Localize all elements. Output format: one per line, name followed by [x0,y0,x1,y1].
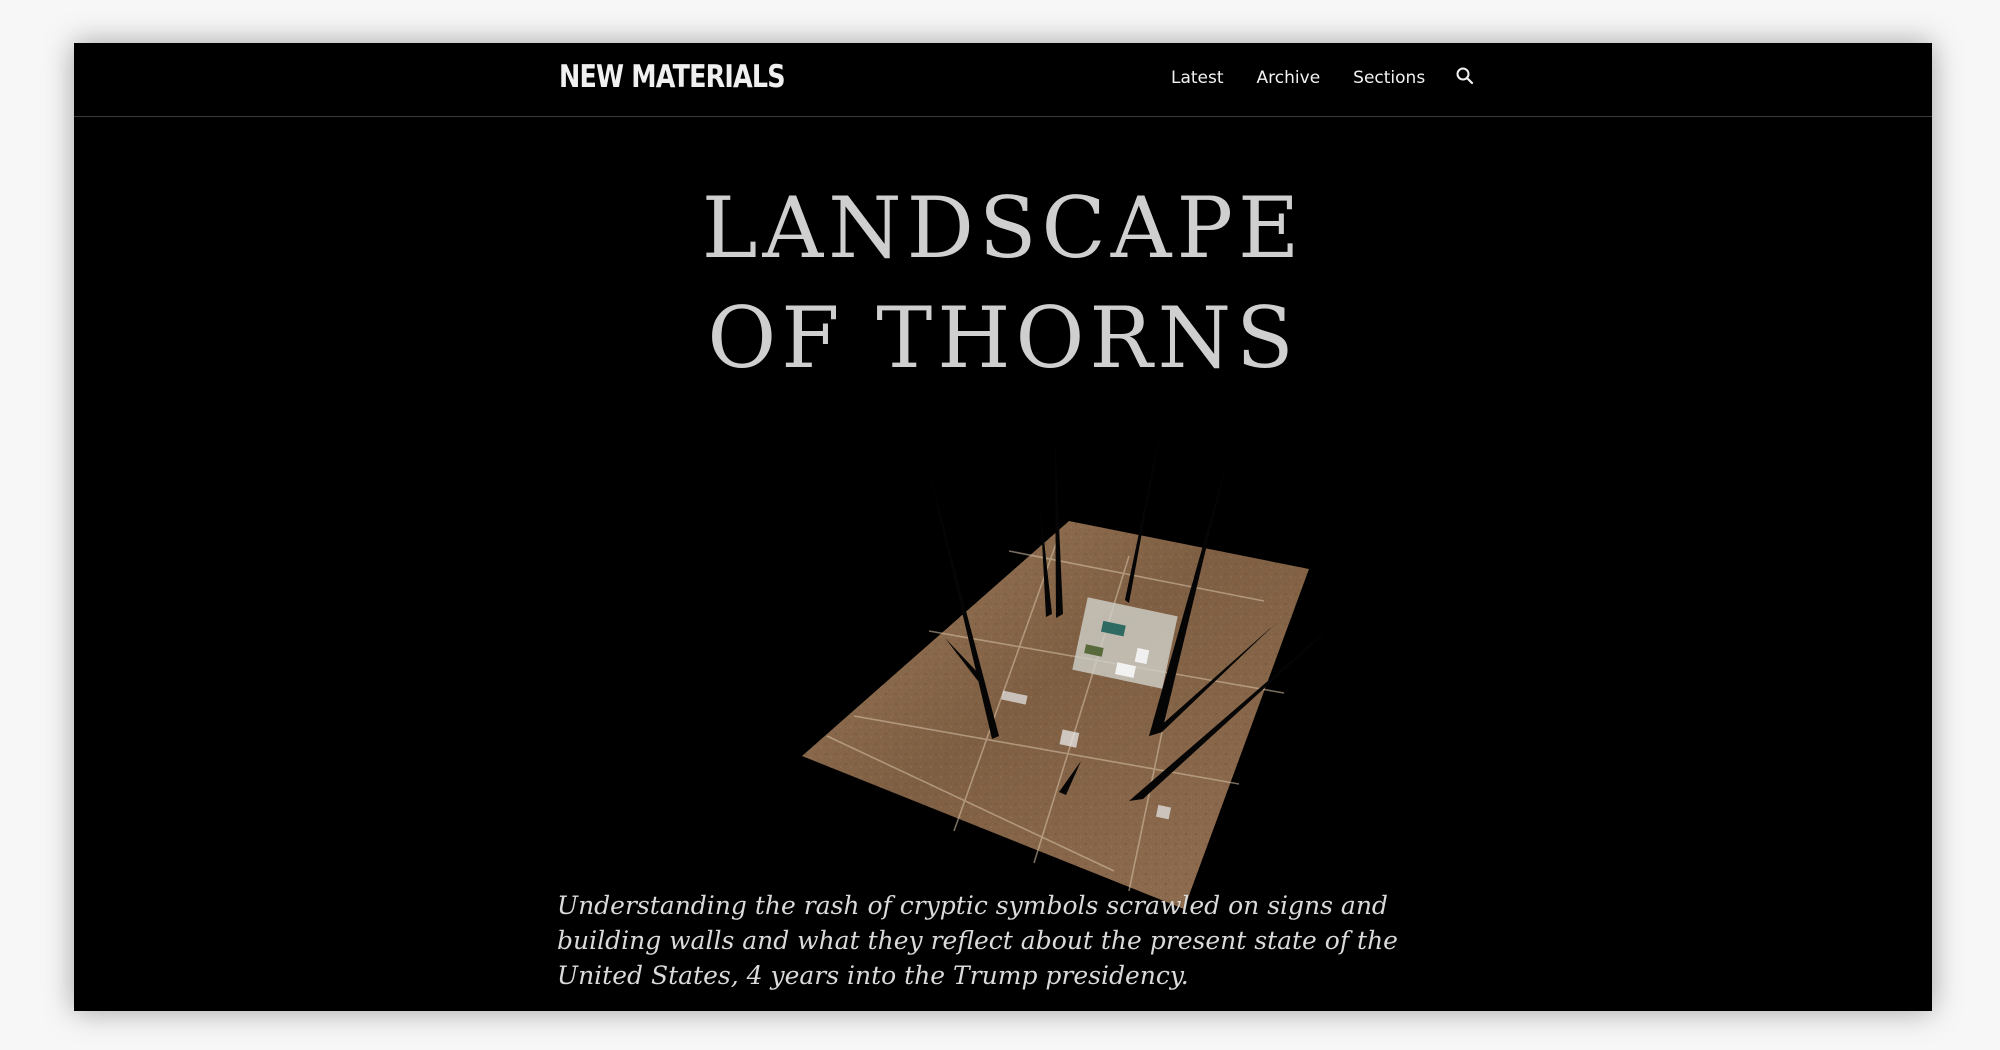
thorn-center-left [1055,435,1063,618]
article-title-line-2: OF THORNS [707,289,1299,387]
article-dek: Understanding the rash of cryptic symbol… [557,891,1398,990]
nav-sections[interactable]: Sections [1353,68,1425,88]
primary-nav: Latest Archive Sections [1171,66,1475,88]
landscape-thorns-illustration [724,391,1384,911]
site-brand[interactable]: NEW MATERIALS [559,59,786,95]
nav-archive[interactable]: Archive [1257,68,1321,88]
top-navigation: NEW MATERIALS Latest Archive Sections [74,43,1932,117]
nav-latest[interactable]: Latest [1171,68,1224,88]
article-title-line-1: LANDSCAPE [701,179,1305,277]
search-icon[interactable] [1455,66,1475,86]
article-title: LANDSCAPE OF THORNS [74,173,1932,393]
browser-window: NEW MATERIALS Latest Archive Sections LA… [74,43,1932,1011]
thorns-landscape-image [802,413,1351,909]
